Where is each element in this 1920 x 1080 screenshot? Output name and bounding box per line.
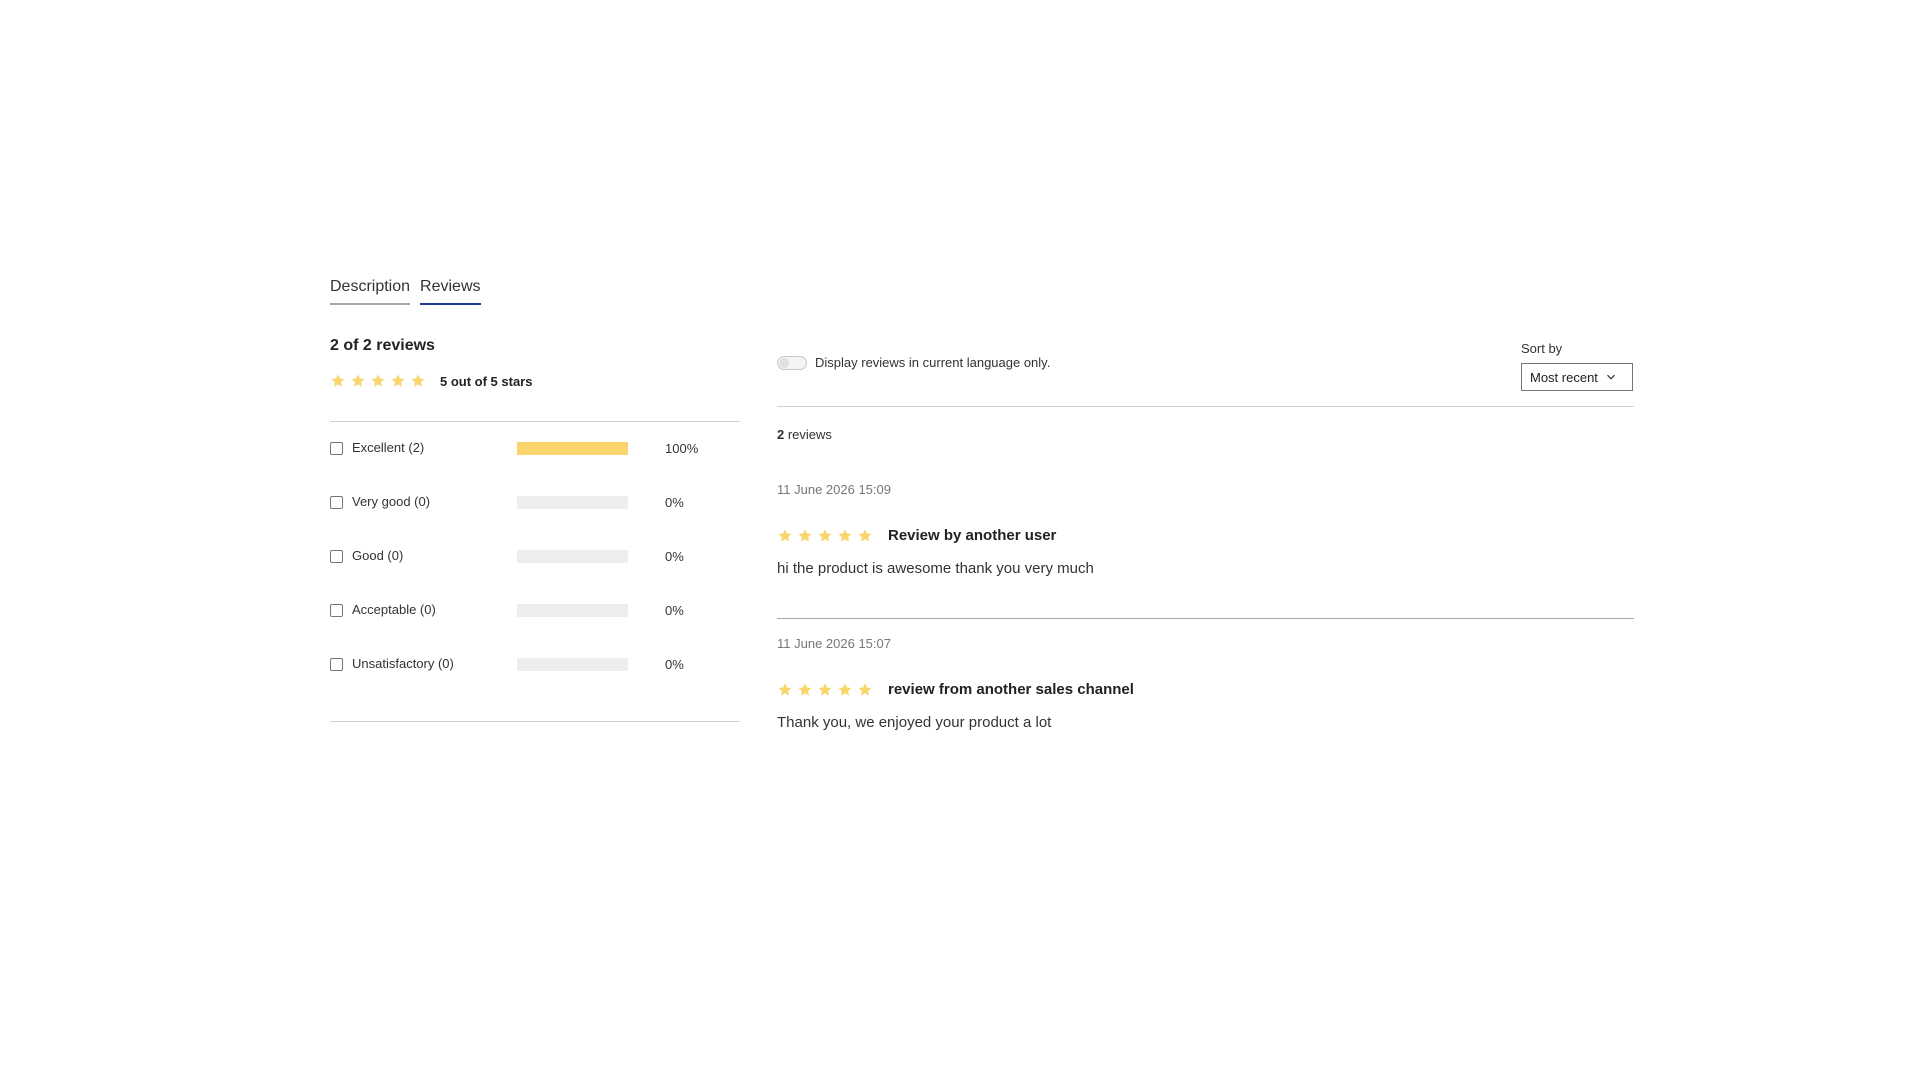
- summary-rating-label: 5 out of 5 stars: [440, 373, 533, 389]
- filter-label[interactable]: Acceptable (0): [352, 602, 436, 617]
- review-body: Thank you, we enjoyed your product a lot: [777, 714, 1052, 731]
- filter-checkbox[interactable]: [330, 442, 343, 455]
- star-icon: [411, 374, 425, 387]
- review-divider: [777, 618, 1634, 619]
- star-icon: [351, 374, 365, 387]
- review-stars: [777, 682, 873, 698]
- star-icon: [858, 528, 872, 542]
- reviews-summary-title: 2 of 2 reviews: [330, 337, 435, 354]
- summary-stars: [330, 373, 426, 389]
- star-icon: [778, 682, 792, 696]
- rating-percent: 0%: [665, 657, 684, 672]
- review-title: review from another sales channel: [888, 681, 1134, 698]
- chevron-down-icon: [1606, 374, 1615, 380]
- rating-bar: [517, 658, 628, 671]
- review-stars: [777, 528, 873, 544]
- review-title: Review by another user: [888, 527, 1057, 544]
- review-date: 11 June 2026 15:07: [777, 636, 891, 651]
- language-toggle-row: Display reviews in current language only…: [777, 355, 1050, 370]
- filter-row-unsatisfactory: Unsatisfactory (0) 0%: [330, 656, 740, 710]
- summary-rating: 5 out of 5 stars: [330, 373, 532, 389]
- star-icon: [798, 528, 812, 542]
- rating-percent: 100%: [665, 441, 699, 456]
- filter-row-acceptable: Acceptable (0) 0%: [330, 602, 740, 656]
- filter-checkbox[interactable]: [330, 550, 343, 563]
- sort-label: Sort by: [1521, 341, 1563, 356]
- filter-label[interactable]: Very good (0): [352, 494, 430, 509]
- review-date: 11 June 2026 15:09: [777, 482, 891, 497]
- review-header: review from another sales channel: [777, 681, 1634, 698]
- star-icon: [838, 528, 852, 542]
- filter-row-good: Good (0) 0%: [330, 548, 740, 602]
- rating-percent: 0%: [665, 495, 684, 510]
- filter-label[interactable]: Excellent (2): [352, 440, 424, 455]
- filter-checkbox[interactable]: [330, 658, 343, 671]
- filter-checkbox[interactable]: [330, 604, 343, 617]
- filter-row-excellent: Excellent (2) 100%: [330, 440, 740, 494]
- language-toggle-label[interactable]: Display reviews in current language only…: [815, 355, 1050, 370]
- tab-reviews[interactable]: Reviews: [420, 278, 481, 305]
- reviews-count-suffix: reviews: [784, 427, 832, 442]
- tab-description[interactable]: Description: [330, 278, 411, 305]
- toggle-knob: [779, 357, 789, 368]
- reviews-header-divider: [777, 406, 1634, 407]
- rating-bar: [517, 550, 628, 563]
- tab-bar: Description Reviews: [330, 278, 481, 305]
- filter-divider: [330, 721, 740, 722]
- rating-bar: [517, 496, 628, 509]
- star-icon: [798, 682, 812, 696]
- filter-checkbox[interactable]: [330, 496, 343, 509]
- rating-percent: 0%: [665, 603, 684, 618]
- sort-select[interactable]: Most recent: [1521, 363, 1633, 391]
- star-icon: [838, 682, 852, 696]
- rating-bar: [517, 442, 628, 455]
- summary-divider: [330, 421, 740, 422]
- rating-filter-list: Excellent (2) 100% Very good (0) 0% Good…: [330, 440, 740, 710]
- reviews-count: 2 reviews: [777, 427, 832, 442]
- review-header: Review by another user: [777, 527, 1634, 544]
- star-icon: [778, 528, 792, 542]
- star-icon: [818, 528, 832, 542]
- filter-label[interactable]: Unsatisfactory (0): [352, 656, 454, 671]
- star-icon: [858, 682, 872, 696]
- sort-selected-value: Most recent: [1530, 369, 1598, 385]
- star-icon: [391, 374, 405, 387]
- rating-bar-fill: [517, 442, 628, 455]
- star-icon: [818, 682, 832, 696]
- filter-row-very-good: Very good (0) 0%: [330, 494, 740, 548]
- rating-percent: 0%: [665, 549, 684, 564]
- star-icon: [371, 374, 385, 387]
- review-item: 11 June 2026 15:09 Review by another use…: [777, 482, 1634, 577]
- rating-bar: [517, 604, 628, 617]
- language-toggle[interactable]: [777, 355, 807, 370]
- filter-label[interactable]: Good (0): [352, 548, 403, 563]
- star-icon: [331, 374, 345, 387]
- review-body: hi the product is awesome thank you very…: [777, 560, 1094, 577]
- review-item: 11 June 2026 15:07 review from another s…: [777, 636, 1634, 731]
